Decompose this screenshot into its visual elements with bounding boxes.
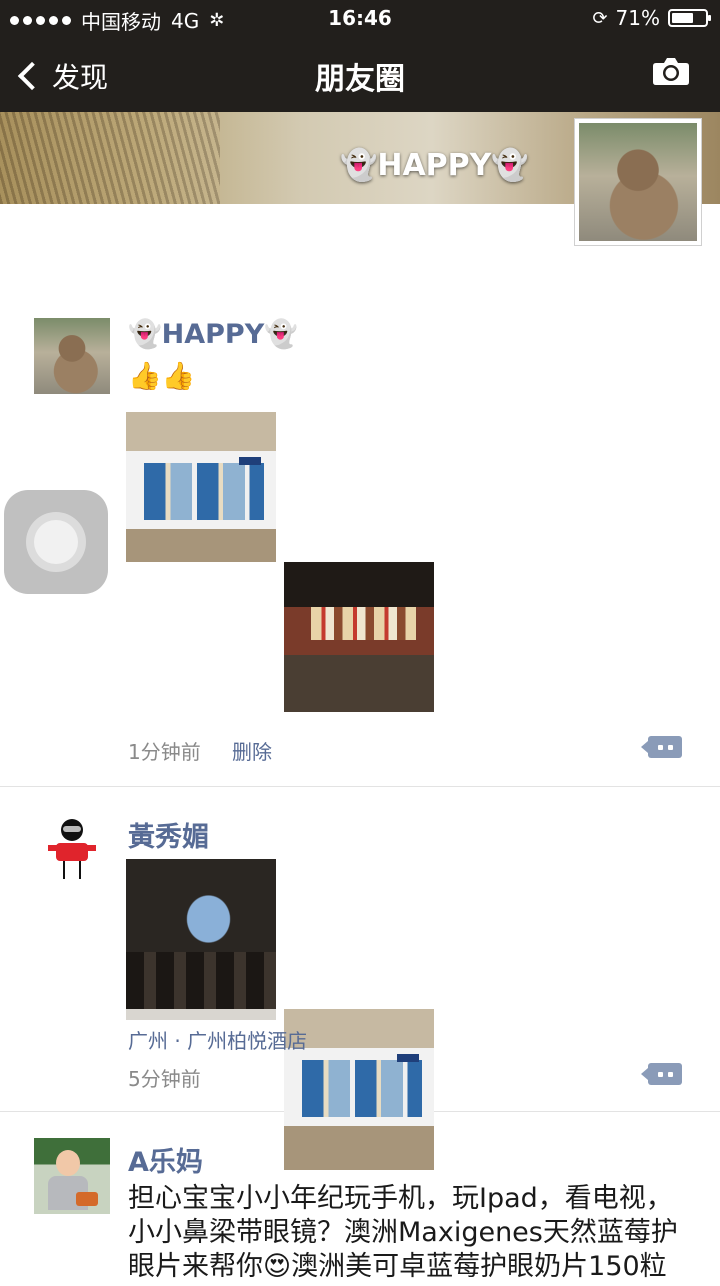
profile-avatar[interactable] — [574, 118, 702, 246]
page-title: 朋友圈 — [315, 62, 405, 97]
post-avatar[interactable] — [34, 1138, 110, 1214]
comment-button[interactable] — [641, 736, 682, 758]
nav-bar: 发现 朋友圈 — [0, 36, 720, 112]
logo-mark — [397, 1054, 419, 1062]
audience — [126, 952, 276, 1009]
post-time: 5分钟前 — [128, 1067, 201, 1091]
delete-link[interactable]: 删除 — [232, 736, 272, 765]
moment-post: A乐妈 担心宝宝小小年纪玩手机，玩Ipad，看电视， 小小鼻梁带眼镜？澳洲Max… — [0, 1112, 720, 1282]
comment-button[interactable] — [641, 1063, 682, 1085]
moment-post: 黃秀媚 广州 · 广州柏悦酒店 5分钟前 — [0, 787, 720, 1159]
post-photo[interactable] — [284, 562, 434, 712]
banner-panel — [302, 1060, 422, 1117]
assistive-ring — [34, 520, 78, 564]
post-photo[interactable] — [126, 859, 276, 1009]
top-bar: 中国移动 4G ✲ 16:46 ⟳ 71% 发现 朋友圈 — [0, 0, 720, 112]
post-username[interactable]: 黃秀媚 — [128, 815, 209, 854]
post-text: 👍👍 — [128, 361, 196, 392]
post-username[interactable]: 👻HAPPY👻 — [128, 318, 298, 350]
cover-username: 👻HAPPY👻 — [340, 148, 529, 183]
rotation-lock-icon: ⟳ — [592, 7, 608, 29]
post-avatar[interactable] — [34, 813, 110, 889]
status-bar: 中国移动 4G ✲ 16:46 ⟳ 71% — [0, 0, 720, 36]
battery-percent: 71% — [615, 6, 660, 30]
post-avatar[interactable] — [34, 318, 110, 394]
monkey-photo — [34, 318, 110, 394]
post-photo[interactable] — [126, 412, 276, 562]
post-text-line: 小小鼻梁带眼镜？澳洲Maxigenes天然蓝莓护 — [128, 1217, 678, 1248]
post-time: 1分钟前 — [128, 740, 201, 764]
battery-fill — [672, 13, 694, 23]
status-right: ⟳ 71% — [592, 6, 711, 30]
girl-drawing — [34, 813, 110, 889]
post-location[interactable]: 广州 · 广州柏悦酒店 — [128, 1025, 307, 1054]
camera-icon[interactable] — [652, 56, 690, 86]
monkey-photo — [579, 123, 697, 241]
post-text-line: 担心宝宝小小年纪玩手机，玩Ipad，看电视， — [128, 1183, 673, 1214]
post-username[interactable]: A乐妈 — [128, 1140, 203, 1179]
child-photo — [34, 1138, 110, 1214]
assistive-touch-button[interactable] — [4, 490, 108, 594]
battery-icon — [668, 9, 711, 27]
banner-panel — [144, 463, 264, 520]
table-items — [311, 607, 416, 640]
logo-mark — [239, 457, 261, 465]
post-text-line: 眼片来帮你😍澳洲美可卓蓝莓护眼奶片150粒 — [128, 1251, 667, 1282]
moment-post: 👻HAPPY👻 👍👍 1分钟前 删除 — [0, 300, 720, 1170]
